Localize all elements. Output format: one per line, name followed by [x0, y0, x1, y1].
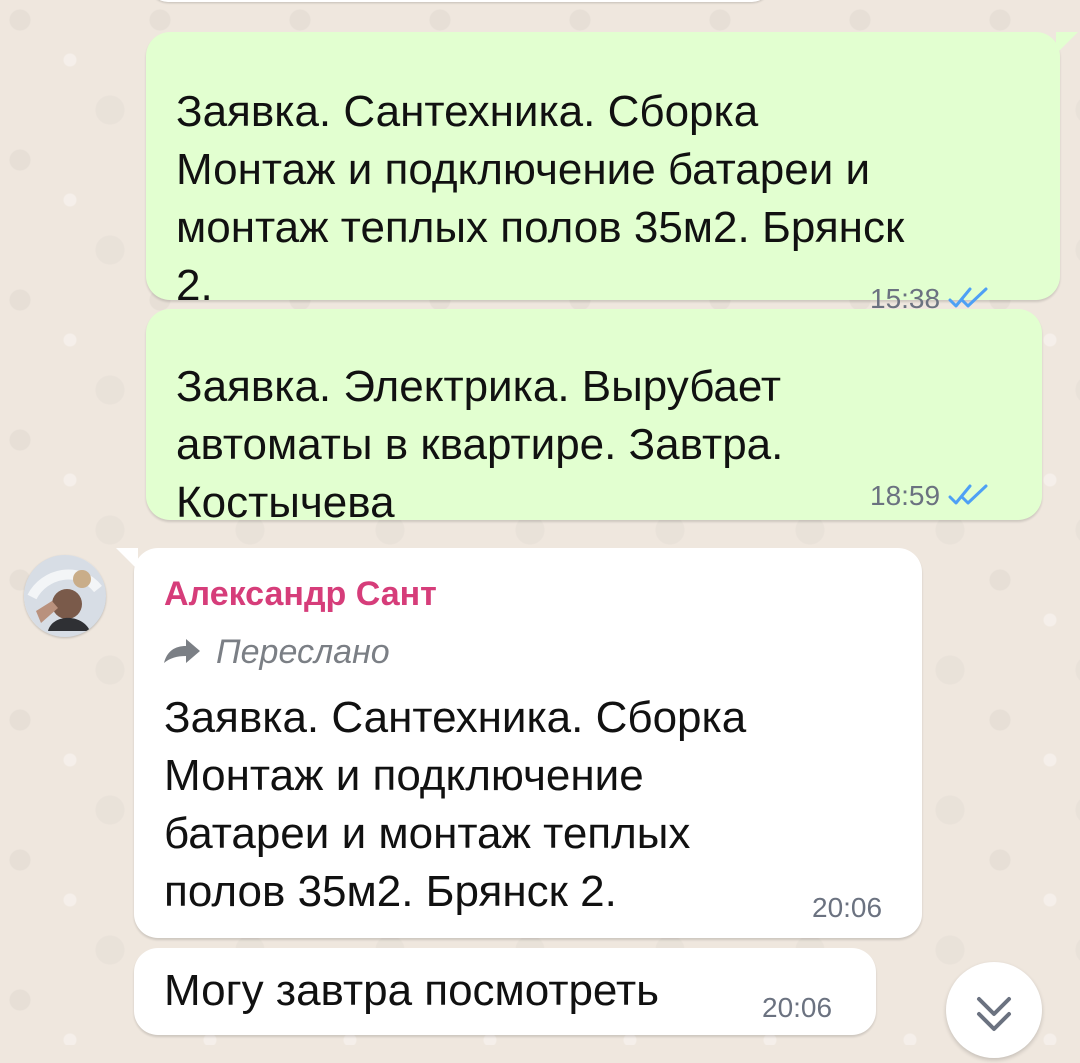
message-bubble[interactable]: Могу завтра посмотреть 20:06 [134, 948, 876, 1035]
forward-arrow-icon [164, 639, 200, 663]
message-bubble[interactable]: Александр Сант Переслано Заявка. Сантехн… [116, 548, 922, 938]
message-time: 20:06 [762, 992, 833, 1023]
message-line: Заявка. Сантехника. Сборка [164, 693, 747, 742]
message-line: Костычева [176, 478, 395, 527]
message-time: 18:59 [870, 480, 941, 511]
message-tail [116, 548, 138, 570]
message-meta: 20:06 [762, 993, 832, 1023]
message-line: Могу завтра посмотреть [164, 966, 660, 1015]
message-time: 20:06 [812, 892, 883, 923]
message-tail [1056, 32, 1078, 54]
message-line: Заявка. Сантехника. Сборка [176, 87, 759, 136]
message-line: 2. [176, 261, 213, 310]
double-check-icon [948, 484, 988, 505]
message-meta: 20:06 [812, 893, 882, 923]
scroll-to-bottom-button[interactable] [946, 962, 1042, 1058]
forwarded-text: Переслано [216, 633, 390, 671]
message-line: автоматы в квартире. Завтра. [176, 420, 784, 469]
previous-message-edge [150, 0, 770, 2]
message-line: полов 35м2. Брянск 2. [164, 867, 617, 916]
sender-name[interactable]: Александр Сант [164, 574, 437, 614]
message-meta: 18:59 [870, 481, 994, 511]
message-bubble[interactable]: Заявка. Сантехника. Сборка Монтаж и подк… [146, 32, 1078, 314]
message-bubble[interactable]: Заявка. Электрика. Вырубает автоматы в к… [146, 309, 1042, 527]
avatar-photo [24, 555, 106, 637]
chevron-double-down-icon [977, 997, 1011, 1031]
message-line: батареи и монтаж теплых [164, 809, 691, 858]
message-line: монтаж теплых полов 35м2. Брянск [176, 203, 905, 252]
forwarded-label: Переслано [158, 632, 390, 672]
message-line: Заявка. Электрика. Вырубает [176, 362, 782, 411]
avatar[interactable] [24, 555, 106, 637]
message-line: Монтаж и подключение батареи и [176, 145, 871, 194]
message-line: Монтаж и подключение [164, 751, 644, 800]
